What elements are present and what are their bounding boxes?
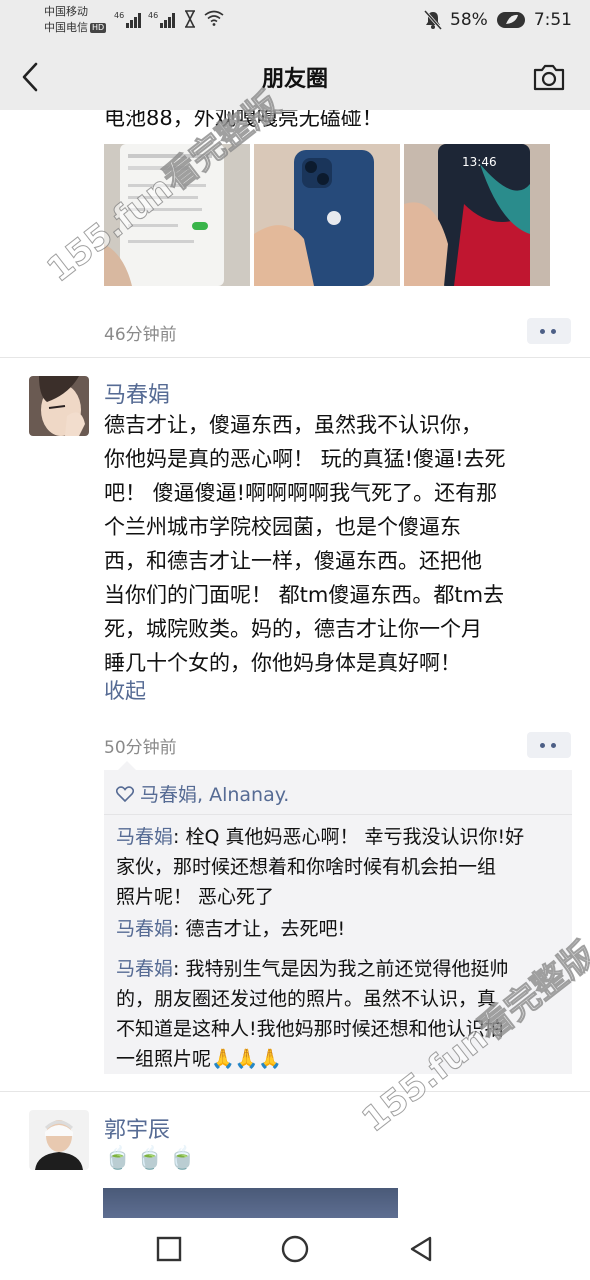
avatar[interactable] (29, 376, 89, 436)
nav-bar: 朋友圈 (0, 44, 590, 110)
avatar[interactable] (29, 1110, 89, 1170)
tea-icon: 🍵 (136, 1146, 164, 1171)
post-line: 吧！ 傻逼傻逼!啊啊啊啊我气死了。还有那 (104, 481, 498, 505)
post-body: 德吉才让，傻逼东西，虽然我不认识你， 你他妈是真的恶心啊！ 玩的真猛!傻逼!去死… (104, 408, 564, 680)
carrier-info: 中国移动 中国电信 HD (44, 4, 107, 36)
square-icon[interactable] (154, 1234, 184, 1264)
triangle-back-icon[interactable] (406, 1234, 436, 1264)
more-options-button[interactable] (527, 318, 571, 344)
post-author[interactable]: 郭宇辰 (104, 1112, 170, 1144)
comment-line: 不知道是这种人!我他妈那时候还想和他认识拍 (116, 1018, 504, 1040)
post-line: 当你们的门面呢！ 都tm傻逼东西。都tm去 (104, 583, 505, 607)
comment-sep: : (173, 826, 186, 848)
comments-box: 马春娟, Alnanay. 马春娟: 栓Q 真他妈恶心啊！ 幸亏我没认识你!好 … (104, 761, 572, 1074)
comment-line: 一组照片呢🙏🙏🙏 (116, 1048, 282, 1070)
photo-clock: 13:46 (462, 155, 497, 169)
collapse-link[interactable]: 收起 (104, 675, 146, 705)
post-line: 睡几十个女的，你他妈身体是真好啊！ (104, 651, 461, 675)
more-options-button[interactable] (527, 732, 571, 758)
dot-icon (551, 329, 556, 334)
emoji-row: 🍵 🍵 🍵 (104, 1146, 196, 1171)
comment-item[interactable]: 马春娟: 德吉才让，去死吧! (116, 914, 566, 944)
comment-author[interactable]: 马春娟 (116, 826, 173, 848)
page-title: 朋友圈 (261, 67, 328, 92)
post-divider (0, 357, 590, 358)
post-time: 50分钟前 (104, 738, 177, 758)
post-author[interactable]: 马春娟 (104, 377, 170, 409)
comment-line: 我特别生气是因为我之前还觉得他挺帅 (185, 958, 509, 980)
post-line: 西，和德吉才让一样，傻逼东西。还把他 (104, 549, 482, 573)
post-line: 个兰州城市学院校园菌，也是个傻逼东 (104, 515, 461, 539)
comments-caret (118, 761, 136, 770)
carrier-2: 中国电信 (44, 21, 88, 34)
battery-icon (496, 12, 525, 28)
tea-icon: 🍵 (104, 1146, 132, 1171)
heart-icon (116, 785, 134, 802)
comment-line: 照片呢！ 恶心死了 (116, 886, 275, 908)
network-type-1: 46 (114, 11, 124, 20)
signal-icon-2: 46 (148, 11, 175, 28)
comment-item[interactable]: 马春娟: 栓Q 真他妈恶心啊！ 幸亏我没认识你!好 家伙，那时候还想着和你啥时候… (116, 822, 566, 912)
dot-icon (551, 743, 556, 748)
post-image[interactable] (103, 1188, 398, 1220)
mute-bell-icon (424, 10, 443, 30)
comment-sep: : (173, 958, 186, 980)
comment-line: 栓Q 真他妈恶心啊！ 幸亏我没认识你!好 (185, 826, 525, 848)
camera-icon[interactable] (532, 62, 566, 92)
post-line: 德吉才让，傻逼东西，虽然我不认识你， (104, 413, 482, 437)
post-line: 死，城院败类。妈的，德吉才让你一个月 (104, 617, 482, 641)
comment-author[interactable]: 马春娟 (116, 958, 173, 980)
post-divider (0, 1091, 590, 1092)
system-nav-bar (0, 1218, 590, 1280)
likes-names[interactable]: 马春娟, Alnanay. (140, 780, 289, 807)
comment-item[interactable]: 马春娟: 我特别生气是因为我之前还觉得他挺帅 的，朋友圈还发过他的照片。虽然不认… (116, 954, 566, 1074)
signal-icon: 46 (114, 11, 141, 28)
dot-icon (540, 743, 545, 748)
hd-badge: HD (90, 23, 107, 33)
post-time: 46分钟前 (104, 325, 177, 345)
dot-icon (540, 329, 545, 334)
post-photo-2[interactable] (254, 144, 400, 286)
comment-line: 家伙，那时候还想着和你啥时候有机会拍一组 (116, 856, 497, 878)
carrier-1: 中国移动 (44, 5, 88, 18)
carrier-2-row: 中国电信 HD (44, 20, 107, 36)
comment-sep: : (173, 918, 186, 940)
moments-screen: 中国移动 中国电信 HD 46 46 58% 7:51 朋友圈 电池88，外观嘎… (0, 0, 590, 1280)
comment-author[interactable]: 马春娟 (116, 918, 173, 940)
hourglass-icon (185, 10, 195, 28)
comment-line: 德吉才让，去死吧! (185, 918, 346, 940)
wifi-icon (204, 10, 224, 26)
battery-percent: 58% (450, 10, 488, 30)
tea-icon: 🍵 (168, 1146, 197, 1171)
clock: 7:51 (533, 10, 572, 30)
comments-divider (104, 814, 572, 815)
status-right: 58% 7:51 (424, 8, 572, 32)
network-type-2: 46 (148, 11, 158, 20)
likes-row: 马春娟, Alnanay. (116, 780, 289, 807)
comment-line: 的，朋友圈还发过他的照片。虽然不认识，真 (116, 988, 497, 1010)
circle-icon[interactable] (280, 1234, 310, 1264)
status-bar: 中国移动 中国电信 HD 46 46 58% 7:51 (0, 0, 590, 44)
post-photo-1[interactable] (104, 144, 250, 286)
post-line: 你他妈是真的恶心啊！ 玩的真猛!傻逼!去死 (104, 447, 506, 471)
post-photo-3[interactable]: 13:46 (404, 144, 550, 286)
